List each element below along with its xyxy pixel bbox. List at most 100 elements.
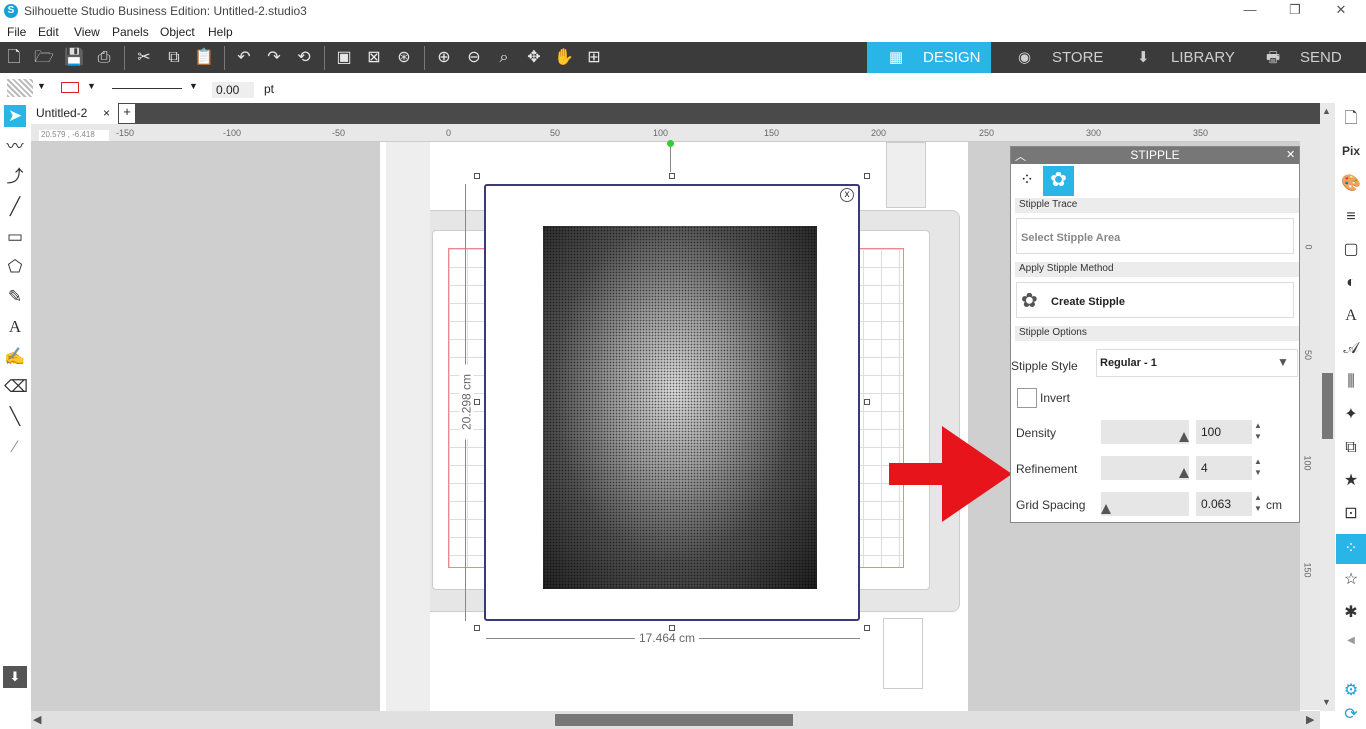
sync-icon[interactable]: ⟳ <box>1340 704 1362 726</box>
fit-to-page-icon[interactable]: ⊞ <box>584 48 604 68</box>
align-icon[interactable]: ⫼ <box>1340 371 1362 393</box>
text-tool-icon[interactable]: A <box>4 316 26 338</box>
menu-file[interactable]: File <box>7 25 26 39</box>
slider-thumb-icon[interactable] <box>1179 468 1189 478</box>
menu-view[interactable]: View <box>74 25 100 39</box>
tab-send[interactable]: 🖶 SEND <box>1244 42 1366 73</box>
delete-object-button[interactable]: x <box>840 188 854 202</box>
move-icon[interactable]: ✥ <box>524 48 544 68</box>
select-stipple-area-button[interactable]: Select Stipple Area <box>1016 218 1294 254</box>
line-width-input[interactable]: 0.00 <box>212 82 254 98</box>
density-value[interactable]: 100 <box>1196 420 1252 444</box>
sketch-tool-icon[interactable]: ✍ <box>4 346 26 368</box>
tab-library[interactable]: ⬇ LIBRARY <box>1115 42 1240 73</box>
scroll-left-icon[interactable]: ◀ <box>33 713 41 726</box>
grid-spacing-spinner-icon[interactable]: ▲ ▼ <box>1254 492 1262 514</box>
transform-icon[interactable]: ✦ <box>1340 404 1362 426</box>
cut-icon[interactable]: ✂ <box>134 48 154 68</box>
panel-collapse-icon[interactable]: ◀ <box>1340 630 1362 652</box>
resize-handle[interactable] <box>864 173 870 179</box>
resize-handle[interactable] <box>474 399 480 405</box>
pencil-tool-icon[interactable]: ✎ <box>4 286 26 308</box>
slider-thumb-icon[interactable] <box>1101 504 1111 514</box>
offset-icon[interactable]: ⊡ <box>1340 503 1362 525</box>
copy-icon[interactable]: ⧉ <box>164 48 184 68</box>
chevron-down-icon[interactable]: ▼ <box>37 81 46 91</box>
menu-panels[interactable]: Panels <box>112 25 149 39</box>
slider-thumb-icon[interactable] <box>1179 432 1189 442</box>
line-style-preview[interactable] <box>112 88 182 89</box>
redo-icon[interactable]: ↷ <box>264 48 284 68</box>
create-stipple-button[interactable]: ✿ Create Stipple <box>1016 282 1294 318</box>
rectangle-tool-icon[interactable]: ▭ <box>4 226 26 248</box>
line-style-icon[interactable]: ≡ <box>1340 206 1362 228</box>
close-window-button[interactable]: ✕ <box>1331 2 1351 20</box>
contrast-icon[interactable]: ◐ <box>1340 272 1362 294</box>
menu-edit[interactable]: Edit <box>38 25 59 39</box>
new-file-icon[interactable]: 🗋 <box>4 48 24 68</box>
tab-store[interactable]: ◉ STORE <box>996 42 1115 73</box>
document-tab[interactable]: Untitled-2 × <box>31 103 118 124</box>
restore-button[interactable]: ❐ <box>1285 2 1305 20</box>
bezier-icon[interactable]: ⤴ <box>4 166 26 188</box>
rotate-handle[interactable] <box>667 140 674 147</box>
tab-design[interactable]: ▦ DESIGN <box>867 42 991 73</box>
close-panel-icon[interactable]: ✕ <box>1286 148 1295 161</box>
line-tool-icon[interactable]: ╱ <box>4 196 26 218</box>
stipple-style-select[interactable]: Regular - 1 ▼ <box>1096 349 1298 377</box>
menu-object[interactable]: Object <box>160 25 195 39</box>
undo-icon[interactable]: ↶ <box>234 48 254 68</box>
compound-path-icon[interactable]: ⊛ <box>394 48 414 68</box>
zoom-in-icon[interactable]: ⊕ <box>434 48 454 68</box>
invert-checkbox[interactable] <box>1017 388 1037 408</box>
chevron-down-icon[interactable]: ▼ <box>87 81 96 91</box>
line-color-swatch[interactable] <box>61 82 79 93</box>
page-setup-icon[interactable]: 🗋 <box>1340 108 1362 130</box>
resize-handle[interactable] <box>864 625 870 631</box>
grid-spacing-slider[interactable] <box>1101 492 1189 516</box>
resize-handle[interactable] <box>474 625 480 631</box>
point-edit-icon[interactable]: 〰 <box>4 136 26 158</box>
eraser-tool-icon[interactable]: ⌫ <box>4 376 28 398</box>
scroll-down-icon[interactable]: ▼ <box>1322 697 1331 707</box>
eyedropper-tool-icon[interactable]: ⁄ <box>4 436 26 458</box>
density-spinner-icon[interactable]: ▲ ▼ <box>1254 420 1262 442</box>
polygon-tool-icon[interactable]: ⬠ <box>4 256 26 278</box>
open-folder-icon[interactable]: 🗁 <box>34 48 54 68</box>
vertical-scroll-thumb[interactable] <box>1322 373 1333 439</box>
zoom-select-icon[interactable]: ⌕ <box>494 48 514 68</box>
rhinestone-star-icon[interactable]: ☆ <box>1340 569 1362 591</box>
refinement-slider[interactable] <box>1101 456 1189 480</box>
grid-spacing-value[interactable]: 0.063 <box>1196 492 1252 516</box>
density-slider[interactable] <box>1101 420 1189 444</box>
replicate-panel-icon[interactable]: ⧉ <box>1340 437 1362 459</box>
collapse-panel-icon[interactable]: ︿ <box>1015 148 1026 164</box>
ungroup-icon[interactable]: ⊠ <box>364 48 384 68</box>
refinement-spinner-icon[interactable]: ▲ ▼ <box>1254 456 1262 478</box>
chevron-down-icon[interactable]: ▼ <box>189 81 198 91</box>
add-tab-button[interactable]: + <box>119 104 135 123</box>
resize-handle[interactable] <box>474 173 480 179</box>
zoom-out-icon[interactable]: ⊖ <box>464 48 484 68</box>
stipple-dots-tab-icon[interactable]: ⁘ <box>1015 168 1039 192</box>
paste-icon[interactable]: 📋 <box>194 48 214 68</box>
library-download-icon[interactable]: ⬇ <box>3 666 27 688</box>
pan-hand-icon[interactable]: ✋ <box>554 48 574 68</box>
select-arrow-icon[interactable]: ➤ <box>4 105 26 127</box>
pixscan-icon[interactable]: Pix <box>1340 140 1362 162</box>
puzzle-icon[interactable]: ✱ <box>1340 602 1362 624</box>
save-icon[interactable]: 💾 <box>64 48 84 68</box>
knife-tool-icon[interactable]: ╲ <box>4 406 26 428</box>
print-icon[interactable]: ⎙ <box>94 48 114 68</box>
settings-gear-icon[interactable]: ⚙ <box>1340 680 1362 702</box>
fill-pattern-swatch[interactable] <box>7 79 33 97</box>
trace-icon[interactable]: ▢ <box>1340 239 1362 261</box>
resize-handle[interactable] <box>669 173 675 179</box>
refinement-value[interactable]: 4 <box>1196 456 1252 480</box>
close-tab-icon[interactable]: × <box>103 106 110 120</box>
horizontal-scroll-thumb[interactable] <box>555 714 793 726</box>
scroll-up-icon[interactable]: ▲ <box>1322 106 1331 116</box>
favorites-star-icon[interactable]: ★ <box>1340 470 1362 492</box>
group-icon[interactable]: ▣ <box>334 48 354 68</box>
stipple-icon[interactable]: ⁘ <box>1336 534 1366 564</box>
